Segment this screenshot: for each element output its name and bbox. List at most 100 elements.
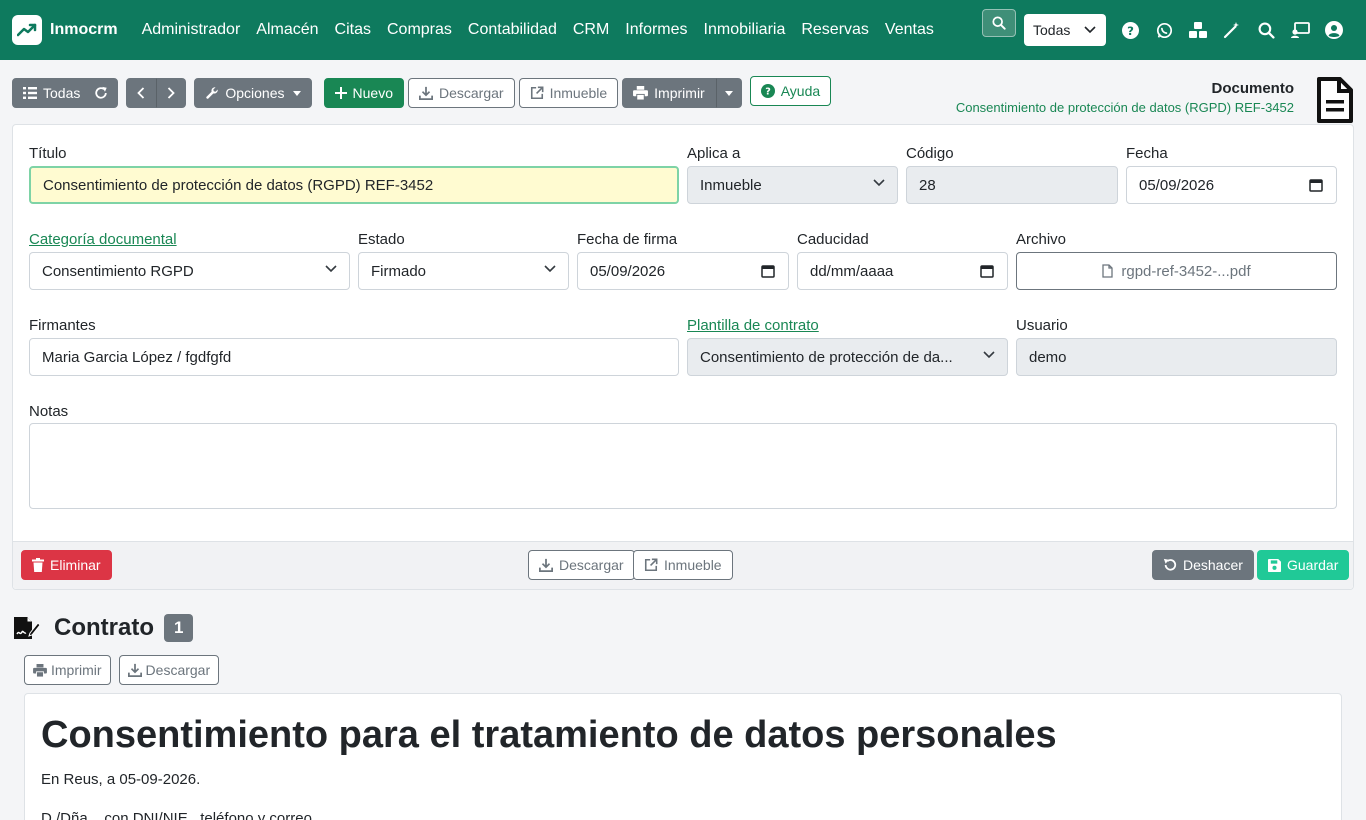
contrato-descargar-button[interactable]: Descargar — [118, 655, 220, 685]
refresh-icon[interactable] — [94, 86, 108, 100]
menu-item-ventas[interactable]: Ventas — [885, 21, 934, 39]
preview-body-line: D./Dña. , con DNI/NIE , teléfono y corre… — [41, 810, 312, 820]
caducidad-input[interactable]: dd/mm/aaaa — [797, 252, 1008, 290]
next-record-button[interactable] — [156, 78, 187, 108]
trash-icon — [32, 558, 44, 572]
imprimir-button[interactable]: Imprimir — [622, 78, 716, 108]
help-icon[interactable]: ? — [1120, 20, 1140, 40]
menu-item-almacen[interactable]: Almacén — [256, 21, 318, 39]
plantilla-contrato-link[interactable]: Plantilla de contrato — [687, 317, 819, 334]
external-link-icon — [530, 86, 544, 100]
archivo-button[interactable]: rgpd-ref-3452-...pdf — [1016, 252, 1337, 290]
scope-select[interactable]: Todas — [1024, 14, 1106, 46]
inmueble-button[interactable]: Inmueble — [518, 78, 619, 108]
imprimir-dropdown-toggle[interactable] — [715, 78, 742, 108]
footer-inmueble-button[interactable]: Inmueble — [633, 550, 733, 580]
help-circle-icon: ? — [760, 84, 775, 98]
fecha-firma-label: Fecha de firma — [577, 231, 678, 248]
fecha-input[interactable]: 05/09/2026 — [1126, 166, 1337, 204]
estado-label: Estado — [358, 231, 405, 248]
search-icon[interactable] — [1256, 20, 1276, 40]
chevron-left-icon — [137, 87, 145, 99]
menu-item-contabilidad[interactable]: Contabilidad — [468, 21, 557, 39]
nav-right-tools: Todas ? — [982, 0, 1344, 60]
opciones-label: Opciones — [225, 85, 285, 101]
eliminar-label: Eliminar — [50, 557, 101, 573]
notas-label: Notas — [29, 403, 69, 420]
notas-textarea[interactable] — [29, 423, 1337, 509]
download-icon — [127, 663, 142, 677]
titulo-label: Título — [29, 145, 67, 162]
archivo-label: Archivo — [1016, 231, 1067, 248]
file-icon — [1102, 264, 1114, 278]
firmantes-input[interactable]: Maria Garcia López / fgdfgfd — [29, 338, 679, 376]
calendar-icon[interactable] — [1309, 178, 1323, 192]
deshacer-label: Deshacer — [1183, 557, 1243, 573]
ayuda-label: Ayuda — [780, 83, 821, 99]
download-icon — [418, 86, 433, 100]
ayuda-button[interactable]: ? Ayuda — [749, 76, 832, 106]
menu-item-compras[interactable]: Compras — [387, 21, 452, 39]
menu-item-administrador[interactable]: Administrador — [142, 21, 241, 39]
menu-item-crm[interactable]: CRM — [573, 21, 609, 39]
nuevo-button[interactable]: Nuevo — [323, 78, 404, 108]
titulo-input[interactable]: Consentimiento de protección de datos (R… — [29, 166, 679, 204]
whatsapp-icon[interactable] — [1154, 20, 1174, 40]
document-subtitle: Consentimiento de protección de datos (R… — [955, 100, 1294, 115]
fecha-firma-value: 05/09/2026 — [590, 262, 666, 280]
menu-item-inmobiliaria[interactable]: Inmobiliaria — [704, 21, 786, 39]
main-menu: Administrador Almacén Citas Compras Cont… — [134, 21, 942, 39]
fecha-value: 05/09/2026 — [1139, 176, 1215, 194]
estado-value: Firmado — [371, 262, 427, 280]
cubes-icon[interactable] — [1188, 20, 1208, 40]
list-todas-button[interactable]: Todas — [12, 78, 119, 108]
calendar-icon[interactable] — [761, 264, 775, 278]
menu-item-informes[interactable]: Informes — [625, 21, 687, 39]
descargar-button[interactable]: Descargar — [407, 78, 515, 108]
fecha-firma-input[interactable]: 05/09/2026 — [577, 252, 789, 290]
footer-descargar-button[interactable]: Descargar — [528, 550, 635, 580]
contract-preview: Consentimiento para el tratamiento de da… — [24, 693, 1342, 820]
prev-record-button[interactable] — [126, 78, 157, 108]
eliminar-button[interactable]: Eliminar — [21, 550, 112, 580]
categoria-documental-link[interactable]: Categoría documental — [29, 231, 177, 248]
brand-name: Inmocrm — [50, 21, 118, 38]
printer-icon — [633, 86, 649, 100]
user-monitor-icon[interactable] — [1290, 20, 1310, 40]
contrato-imprimir-button[interactable]: Imprimir — [24, 655, 111, 685]
external-link-icon — [644, 558, 658, 572]
usuario-value: demo — [1029, 348, 1067, 366]
plantilla-select[interactable]: Consentimiento de protección de da... — [687, 338, 1008, 376]
footer-inmueble-label: Inmueble — [664, 557, 722, 573]
scope-select-value: Todas — [1033, 22, 1071, 38]
global-search-button[interactable] — [982, 9, 1016, 37]
menu-item-citas[interactable]: Citas — [335, 21, 371, 39]
deshacer-button[interactable]: Deshacer — [1152, 550, 1254, 580]
fecha-label: Fecha — [1126, 145, 1168, 162]
magic-wand-icon[interactable] — [1222, 20, 1242, 40]
chevron-down-icon — [544, 265, 556, 273]
save-icon — [1268, 558, 1281, 572]
preview-place-date: En Reus, a 05-09-2026. — [41, 771, 201, 788]
menu-item-reservas[interactable]: Reservas — [801, 21, 869, 39]
opciones-dropdown[interactable]: Opciones — [194, 78, 312, 108]
chevron-down-icon — [873, 179, 885, 187]
document-header: Documento Consentimiento de protección d… — [956, 80, 1294, 115]
user-circle-icon[interactable] — [1324, 20, 1344, 40]
codigo-value: 28 — [919, 176, 936, 194]
form-footer: Eliminar Descargar Inmueble Deshacer Gua… — [13, 541, 1353, 589]
brand[interactable]: Inmocrm — [12, 15, 134, 45]
imprimir-label: Imprimir — [654, 85, 705, 101]
firmantes-value: Maria Garcia López / fgdfgfd — [42, 348, 232, 366]
aplica-a-value: Inmueble — [700, 176, 762, 194]
estado-select[interactable]: Firmado — [358, 252, 569, 290]
contrato-toolbar: Imprimir Descargar — [24, 655, 227, 685]
aplica-a-select[interactable]: Inmueble — [687, 166, 898, 204]
firmantes-label: Firmantes — [29, 317, 96, 334]
download-icon — [539, 558, 553, 572]
calendar-icon[interactable] — [980, 264, 994, 278]
categoria-select[interactable]: Consentimiento RGPD — [29, 252, 350, 290]
guardar-button[interactable]: Guardar — [1257, 550, 1350, 580]
caducidad-placeholder: dd/mm/aaaa — [810, 262, 894, 280]
plantilla-value: Consentimiento de protección de da... — [700, 348, 953, 366]
